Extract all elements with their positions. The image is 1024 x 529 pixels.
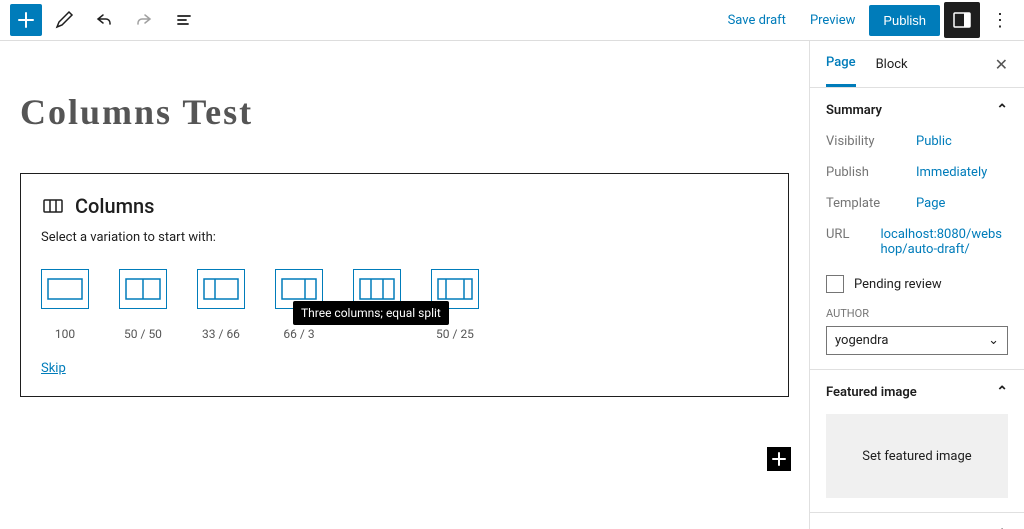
panel-featured-image: Featured image ⌃ Set featured image — [810, 370, 1024, 513]
redo-button[interactable] — [126, 2, 162, 38]
block-title: Columns — [75, 194, 154, 218]
visibility-label: Visibility — [826, 134, 916, 149]
editor-canvas: Columns Test Columns Select a variation … — [0, 41, 809, 529]
toolbar-right-group: Save draft Preview Publish ⋮ — [718, 2, 1014, 38]
edit-mode-button[interactable] — [46, 2, 82, 38]
url-label: URL — [826, 227, 880, 257]
append-block-button[interactable] — [767, 447, 791, 471]
skip-link[interactable]: Skip — [41, 361, 66, 376]
publish-date-value[interactable]: Immediately — [916, 165, 987, 180]
columns-block-placeholder: Columns Select a variation to start with… — [20, 173, 789, 397]
author-label: AUTHOR — [826, 307, 1008, 320]
author-select[interactable]: yogendra ⌄ — [826, 326, 1008, 355]
set-featured-image-button[interactable]: Set featured image — [826, 414, 1008, 498]
settings-sidebar: Page Block ✕ Summary ⌃ VisibilityPublic … — [809, 41, 1024, 529]
panel-summary: Summary ⌃ VisibilityPublic PublishImmedi… — [810, 88, 1024, 370]
top-toolbar: Save draft Preview Publish ⋮ — [0, 0, 1024, 41]
block-header: Columns — [41, 194, 768, 218]
url-value[interactable]: localhost:8080/webshop/auto-draft/ — [880, 227, 1008, 257]
save-draft-button[interactable]: Save draft — [718, 7, 796, 34]
toolbar-left-group — [10, 2, 202, 38]
editor-body: Columns Test Columns Select a variation … — [0, 41, 1024, 529]
variation-50-50[interactable]: 50 / 50 — [119, 269, 167, 341]
panel-featured-toggle[interactable]: Featured image ⌃ — [826, 384, 1008, 400]
chevron-down-icon: ⌄ — [988, 333, 999, 348]
sidebar-tabs: Page Block ✕ — [810, 41, 1024, 88]
add-block-button[interactable] — [10, 4, 42, 36]
pending-review-label: Pending review — [854, 277, 942, 292]
columns-icon — [41, 194, 65, 218]
variation-33-66[interactable]: 33 / 66 — [197, 269, 245, 341]
template-value[interactable]: Page — [916, 196, 945, 211]
undo-button[interactable] — [86, 2, 122, 38]
pending-review-checkbox[interactable] — [826, 275, 844, 293]
document-outline-button[interactable] — [166, 2, 202, 38]
template-label: Template — [826, 196, 916, 211]
more-options-button[interactable]: ⋮ — [984, 10, 1014, 31]
chevron-up-icon: ⌃ — [996, 102, 1008, 118]
visibility-value[interactable]: Public — [916, 134, 952, 149]
block-description: Select a variation to start with: — [41, 230, 768, 245]
panel-discussion: Discussion ⌃ — [810, 513, 1024, 529]
variation-tooltip: Three columns; equal split — [293, 301, 449, 325]
variation-100[interactable]: 100 — [41, 269, 89, 341]
preview-button[interactable]: Preview — [800, 7, 865, 34]
settings-panel-toggle[interactable] — [944, 2, 980, 38]
publish-button[interactable]: Publish — [869, 5, 940, 36]
publish-label: Publish — [826, 165, 916, 180]
chevron-up-icon: ⌃ — [996, 384, 1008, 400]
page-title[interactable]: Columns Test — [20, 91, 789, 133]
panel-summary-toggle[interactable]: Summary ⌃ — [826, 102, 1008, 118]
tab-block[interactable]: Block — [876, 43, 908, 86]
tab-page[interactable]: Page — [826, 41, 856, 87]
close-sidebar-button[interactable]: ✕ — [995, 55, 1008, 74]
